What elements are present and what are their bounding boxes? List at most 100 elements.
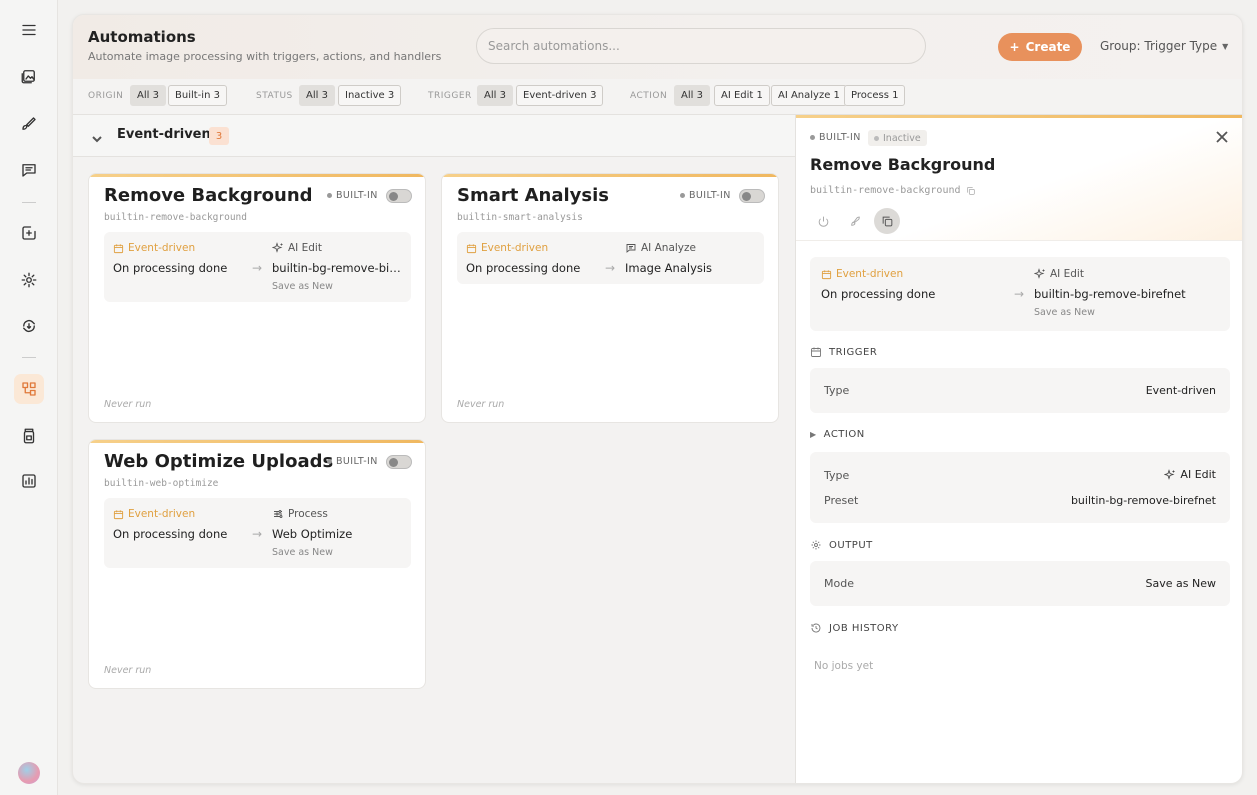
main-panel: Automations Automate image processing wi… (72, 14, 1243, 784)
card-slug: builtin-web-optimize (104, 478, 219, 489)
trigger-value: On processing done (113, 527, 228, 541)
output-section-header: OUTPUT (810, 539, 873, 551)
action-type: Process (272, 508, 328, 520)
filter-chip-status-all[interactable]: All 3 (299, 85, 335, 106)
output-mode: Save as New (272, 281, 333, 292)
filter-label-action: ACTION (630, 91, 668, 101)
sparkles-icon (1034, 268, 1045, 279)
menu-icon[interactable] (14, 15, 44, 45)
gallery-icon[interactable] (14, 61, 44, 91)
builtin-badge: BUILT-IN (680, 190, 731, 201)
action-preset-key: Preset (824, 494, 859, 507)
trigger-section-header: TRIGGER (810, 346, 877, 358)
filter-chip-trigger-event[interactable]: Event-driven 3 (516, 85, 604, 106)
page-subtitle: Automate image processing with triggers,… (88, 50, 442, 63)
trigger-box: Type Event-driven (810, 368, 1230, 413)
card-slug: builtin-remove-background (104, 212, 247, 223)
detail-flow: Event-driven On processing done → AI Edi… (810, 257, 1230, 331)
detail-header: BUILT-IN Inactive Remove Background buil… (796, 115, 1242, 241)
action-type-value: AI Edit (1164, 468, 1216, 481)
automation-card[interactable]: Web Optimize Uploads BUILT-IN builtin-we… (88, 439, 426, 689)
job-history-header: JOB HISTORY (810, 622, 899, 634)
filter-chip-action-aiedit[interactable]: AI Edit 1 (714, 85, 770, 106)
import-icon[interactable] (14, 218, 44, 248)
trigger-value: On processing done (113, 261, 228, 275)
last-run: Never run (457, 399, 505, 410)
avatar[interactable] (18, 762, 40, 784)
group-count-badge: 3 (209, 127, 229, 145)
page-header: Automations Automate image processing wi… (73, 15, 1242, 79)
builtin-badge: BUILT-IN (810, 132, 861, 143)
group-title: Event-driven (117, 127, 211, 142)
active-toggle[interactable] (386, 189, 412, 203)
stats-icon[interactable] (14, 466, 44, 496)
action-type: AI Edit (272, 242, 322, 254)
calendar-icon (113, 243, 124, 253)
card-flow: Event-driven On processing done → Proces… (104, 498, 411, 568)
page-title: Automations (88, 28, 196, 46)
action-value: Image Analysis (625, 261, 713, 275)
last-run: Never run (104, 665, 152, 676)
trigger-type: Event-driven (113, 242, 195, 254)
trigger-value: On processing done (466, 261, 581, 275)
arrow-right-icon: → (252, 527, 263, 541)
create-button[interactable]: + Create (998, 33, 1082, 61)
filter-chip-trigger-all[interactable]: All 3 (477, 85, 513, 106)
card-slug: builtin-smart-analysis (457, 212, 583, 223)
active-toggle[interactable] (739, 189, 765, 203)
filter-label-origin: ORIGIN (88, 91, 124, 101)
arrow-right-icon: → (605, 261, 616, 275)
active-toggle[interactable] (386, 455, 412, 469)
caret-down-icon: ▼ (1222, 41, 1229, 51)
filter-chip-action-all[interactable]: All 3 (674, 85, 710, 106)
sidebar (0, 0, 58, 795)
search-input[interactable] (476, 28, 926, 64)
last-run: Never run (104, 399, 152, 410)
filter-chip-origin-all[interactable]: All 3 (130, 85, 166, 106)
card-flow: Event-driven On processing done → AI Edi… (104, 232, 411, 302)
filter-label-status: STATUS (256, 91, 293, 101)
card-title: Web Optimize Uploads (104, 451, 334, 472)
action-type: AI Analyze (625, 242, 696, 254)
chat-icon[interactable] (14, 155, 44, 185)
filter-label-trigger: TRIGGER (428, 91, 472, 101)
filter-chip-origin-builtin[interactable]: Built-in 3 (168, 85, 227, 106)
job-history-empty: No jobs yet (814, 660, 874, 672)
action-value: builtin-bg-remove-birefnet (272, 261, 402, 275)
settings-gear-icon[interactable] (14, 265, 44, 295)
group-by-label: Group: Trigger Type (1100, 39, 1218, 53)
automation-card[interactable]: Smart Analysis BUILT-IN builtin-smart-an… (441, 173, 779, 423)
group-header[interactable]: Event-driven 3 (73, 115, 795, 157)
builtin-badge: BUILT-IN (327, 190, 378, 201)
calendar-icon (811, 347, 821, 357)
rocket-icon[interactable] (842, 208, 868, 234)
close-icon[interactable] (1215, 129, 1229, 143)
automation-card[interactable]: Remove Background BUILT-IN builtin-remov… (88, 173, 426, 423)
action-section-header[interactable]: ▶ ACTION (810, 429, 865, 440)
chevron-down-icon[interactable] (91, 130, 103, 143)
trigger-type: Event-driven (466, 242, 548, 254)
trigger-type-value: Event-driven (1145, 384, 1216, 397)
builtin-badge: BUILT-IN (327, 456, 378, 467)
calendar-icon (821, 269, 832, 279)
jar-icon[interactable] (14, 421, 44, 451)
automations-icon[interactable] (14, 374, 44, 404)
calendar-icon (466, 243, 477, 253)
arrow-right-icon: → (252, 261, 263, 275)
power-icon[interactable] (810, 208, 836, 234)
detail-title: Remove Background (810, 155, 996, 174)
card-title: Remove Background (104, 185, 313, 206)
status-badge: Inactive (868, 130, 927, 146)
duplicate-icon[interactable] (874, 208, 900, 234)
caret-right-icon: ▶ (810, 430, 817, 439)
filter-chip-status-inactive[interactable]: Inactive 3 (338, 85, 402, 106)
action-type-key: Type (824, 469, 850, 482)
sliders-icon (274, 510, 283, 518)
brush-icon[interactable] (14, 109, 44, 139)
filter-chip-action-aianalyze[interactable]: AI Analyze 1 (771, 85, 847, 106)
filter-chip-action-process[interactable]: Process 1 (844, 85, 906, 106)
history-icon (811, 623, 821, 633)
sync-icon[interactable] (14, 311, 44, 341)
group-by-select[interactable]: Group: Trigger Type ▼ (1100, 39, 1228, 53)
card-flow: Event-driven On processing done → AI Ana… (457, 232, 764, 284)
